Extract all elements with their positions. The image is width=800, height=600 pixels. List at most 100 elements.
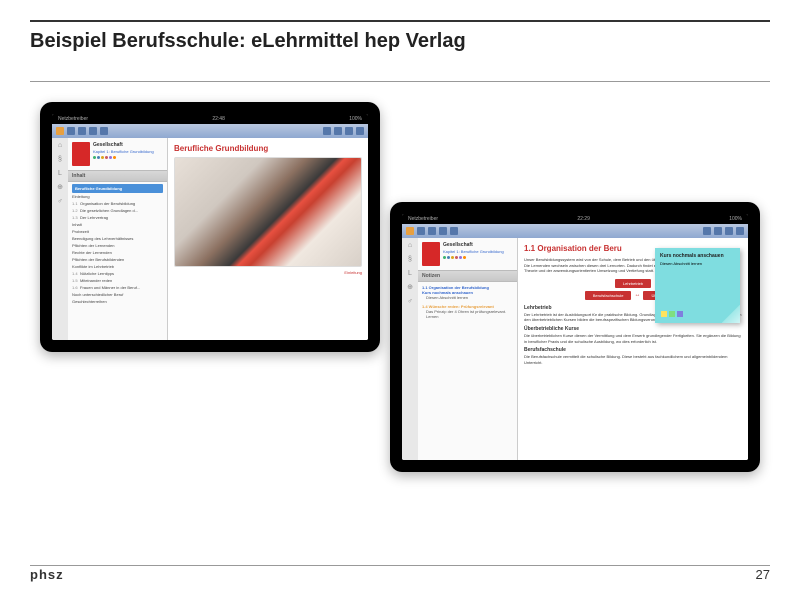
toc-item[interactable]: Geschlechterreihen bbox=[72, 298, 163, 305]
page-title: Berufliche Grundbildung bbox=[174, 144, 362, 153]
section-heading: Berufsfachschule bbox=[524, 347, 742, 353]
books-icon[interactable] bbox=[56, 127, 64, 135]
toc-item[interactable]: 1.6Frauen und Männer in der Beruf... bbox=[72, 284, 163, 291]
left-panel: Gesellschaft Kapitel 1: Berufliche Grund… bbox=[418, 238, 518, 460]
section-text: Die Berufsfachschule vermittelt die schu… bbox=[524, 354, 742, 365]
carrier: Netzbetreiber bbox=[58, 116, 88, 122]
note-item[interactable]: 1.4 Wünsche reden: Prüfungsrelevant Das … bbox=[422, 304, 513, 319]
color-blue[interactable] bbox=[677, 311, 683, 317]
toc-item[interactable]: 1.1Organisation der Berufsbildung bbox=[72, 200, 163, 207]
l-icon[interactable]: L bbox=[56, 170, 64, 178]
chapter-link[interactable]: Kapitel 1: Berufliche Grundbildung bbox=[93, 149, 163, 154]
share-icon[interactable] bbox=[703, 227, 711, 235]
status-bar: Netzbetreiber 22:48 100% bbox=[52, 114, 368, 124]
font-icon[interactable] bbox=[334, 127, 342, 135]
search-icon[interactable] bbox=[78, 127, 86, 135]
slide-title: Beispiel Berufsschule: eLehrmittel hep V… bbox=[30, 30, 770, 53]
clock: 22:29 bbox=[577, 216, 590, 222]
color-yellow[interactable] bbox=[661, 311, 667, 317]
tablet-1: Netzbetreiber 22:48 100% bbox=[40, 102, 380, 352]
book-title: Gesellschaft bbox=[93, 142, 163, 148]
sticky-color-picker[interactable] bbox=[661, 311, 683, 317]
toc-item[interactable]: Beendigung des Lehrverhältnisses bbox=[72, 235, 163, 242]
left-panel: Gesellschaft Kapitel 1: Berufliche Grund… bbox=[68, 138, 168, 340]
globe-icon[interactable]: ⊕ bbox=[56, 184, 64, 192]
list-icon[interactable] bbox=[89, 127, 97, 135]
toc: Berufliche Grundbildung Einleitung1.1Org… bbox=[68, 182, 167, 307]
content-photo bbox=[174, 157, 362, 267]
section-header: Inhalt bbox=[68, 170, 167, 182]
layers-icon[interactable] bbox=[100, 127, 108, 135]
share-icon[interactable] bbox=[323, 127, 331, 135]
status-bar: Netzbetreiber 22:29 100% bbox=[402, 214, 748, 224]
toc-item-selected[interactable]: Berufliche Grundbildung bbox=[72, 184, 163, 193]
book-header: Gesellschaft Kapitel 1: Berufliche Grund… bbox=[68, 138, 167, 170]
tag-icon[interactable]: § bbox=[406, 256, 414, 264]
slide: Beispiel Berufsschule: eLehrmittel hep V… bbox=[0, 0, 800, 600]
toc-item[interactable]: Einleitung bbox=[72, 193, 163, 200]
section-text: Die überbetrieblichen Kurse dienen der V… bbox=[524, 333, 742, 344]
color-green[interactable] bbox=[669, 311, 675, 317]
book-header: Gesellschaft Kapitel 1: Berufliche Grund… bbox=[418, 238, 517, 270]
toc-item[interactable]: Konflikte im Lehrbetrieb bbox=[72, 263, 163, 270]
home-icon[interactable]: ⌂ bbox=[406, 242, 414, 250]
battery: 100% bbox=[349, 116, 362, 122]
nav-icon[interactable] bbox=[67, 127, 75, 135]
tablet-2-screen: Netzbetreiber 22:29 100% bbox=[402, 214, 748, 460]
toolbar bbox=[52, 124, 368, 138]
arrow-icon: ↔ bbox=[634, 292, 640, 298]
notes-panel: 1.1 Organisation der Berufsbildung Kurs … bbox=[418, 282, 517, 326]
bookmark-icon[interactable] bbox=[356, 127, 364, 135]
toc-item[interactable]: 1.5Miteinander reden bbox=[72, 277, 163, 284]
nav-icon[interactable] bbox=[417, 227, 425, 235]
toc-item[interactable]: Noch unterschiedlicher Beruf bbox=[72, 291, 163, 298]
diagram-box: Berufsfachschule bbox=[585, 291, 632, 300]
l-icon[interactable]: L bbox=[406, 270, 414, 278]
brand-label: phsz bbox=[30, 567, 64, 582]
slide-footer: phsz 27 bbox=[30, 567, 770, 582]
layers-icon[interactable] bbox=[450, 227, 458, 235]
page-number: 27 bbox=[756, 567, 770, 582]
search-icon[interactable] bbox=[428, 227, 436, 235]
rail-sidebar: ⌂ § L ⊕ ♂ bbox=[52, 138, 68, 340]
toc-item[interactable]: Pflichten der Berufsbildenden bbox=[72, 256, 163, 263]
note-item[interactable]: 1.1 Organisation der Berufsbildung Kurs … bbox=[422, 285, 513, 300]
book-title: Gesellschaft bbox=[443, 242, 513, 248]
toc-item[interactable]: Rechte der Lernenden bbox=[72, 249, 163, 256]
fold-icon bbox=[722, 305, 740, 323]
list-icon[interactable] bbox=[439, 227, 447, 235]
gender-icon[interactable]: ♂ bbox=[406, 298, 414, 306]
footer-divider bbox=[30, 565, 770, 566]
tablets-area: Netzbetreiber 22:48 100% bbox=[30, 102, 770, 502]
home-icon[interactable]: ⌂ bbox=[56, 142, 64, 150]
rail-sidebar: ⌂ § L ⊕ ♂ bbox=[402, 238, 418, 460]
main-content: Berufliche Grundbildung Einleitung bbox=[168, 138, 368, 340]
sticky-note[interactable]: Kurs nochmals anschauen Diesen Abschnitt… bbox=[655, 248, 740, 323]
toc-item[interactable]: Inhalt bbox=[72, 221, 163, 228]
slide-header: Beispiel Berufsschule: eLehrmittel hep V… bbox=[30, 20, 770, 53]
next-link[interactable]: Einleitung bbox=[174, 270, 362, 275]
gender-icon[interactable]: ♂ bbox=[56, 198, 64, 206]
diagram-box: Lehrbetrieb bbox=[615, 279, 651, 288]
toc-item[interactable]: Probezeit bbox=[72, 228, 163, 235]
sticky-title: Kurs nochmals anschauen bbox=[660, 253, 735, 259]
toc-item[interactable]: 1.2Die gesetzlichen Grundlagen d... bbox=[72, 207, 163, 214]
tablet-1-screen: Netzbetreiber 22:48 100% bbox=[52, 114, 368, 340]
toc-item[interactable]: Pflichten der Lernenden bbox=[72, 242, 163, 249]
settings-icon[interactable] bbox=[345, 127, 353, 135]
tag-icon[interactable]: § bbox=[56, 156, 64, 164]
toc-item[interactable]: 1.4Nützliche Lerntipps bbox=[72, 270, 163, 277]
font-icon[interactable] bbox=[714, 227, 722, 235]
globe-icon[interactable]: ⊕ bbox=[406, 284, 414, 292]
tablet-2: Netzbetreiber 22:29 100% bbox=[390, 202, 760, 472]
settings-icon[interactable] bbox=[725, 227, 733, 235]
carrier: Netzbetreiber bbox=[408, 216, 438, 222]
book-cover bbox=[72, 142, 90, 166]
bookmark-icon[interactable] bbox=[736, 227, 744, 235]
toc-item[interactable]: 1.3Der Lehrvertrag bbox=[72, 214, 163, 221]
toolbar bbox=[402, 224, 748, 238]
book-cover bbox=[422, 242, 440, 266]
chapter-link[interactable]: Kapitel 1: Berufliche Grundbildung bbox=[443, 249, 513, 254]
books-icon[interactable] bbox=[406, 227, 414, 235]
section-header: Notizen bbox=[418, 270, 517, 282]
